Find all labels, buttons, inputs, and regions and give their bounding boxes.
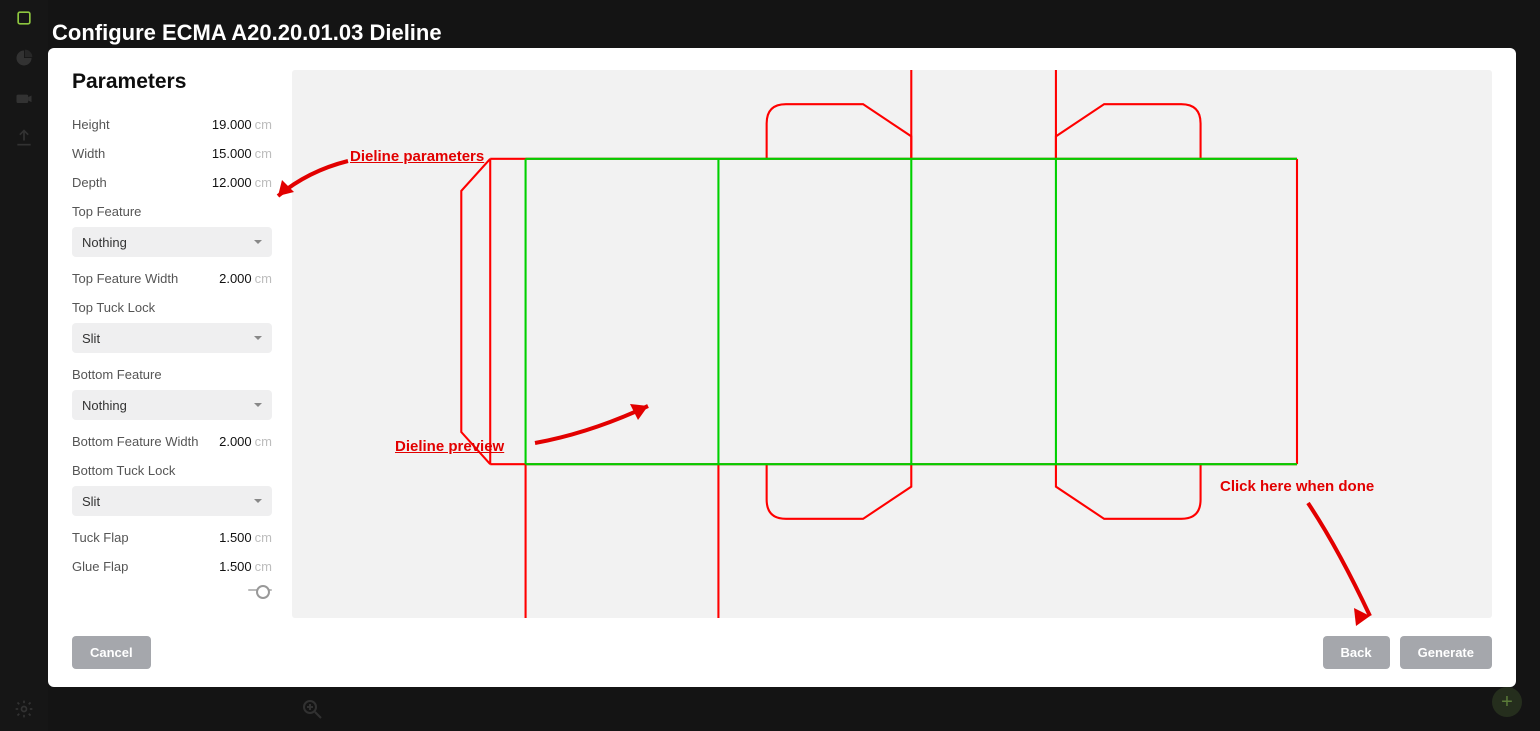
param-glue-flap[interactable]: Glue Flap 1.500cm (72, 552, 272, 581)
zoom-icon[interactable] (300, 697, 324, 721)
chevron-down-icon (254, 336, 262, 340)
slider-icon (248, 587, 272, 593)
parameters-panel: Parameters Height 19.000cm Width 15.000c… (72, 70, 272, 618)
select-top-tuck-lock[interactable]: Slit (72, 323, 272, 353)
param-depth[interactable]: Depth 12.000cm (72, 168, 272, 197)
param-bottom-feature: Bottom Feature Nothing (72, 360, 272, 427)
dieline-svg (442, 70, 1342, 618)
dieline-preview (292, 70, 1492, 618)
param-bottom-tuck-lock: Bottom Tuck Lock Slit (72, 456, 272, 523)
param-width[interactable]: Width 15.000cm (72, 139, 272, 168)
param-tuck-flap[interactable]: Tuck Flap 1.500cm (72, 523, 272, 552)
select-bottom-feature[interactable]: Nothing (72, 390, 272, 420)
add-fab[interactable]: + (1492, 687, 1522, 717)
app-side-rail (0, 0, 48, 731)
package-icon[interactable] (14, 8, 34, 28)
chevron-down-icon (254, 499, 262, 503)
configure-dialog: Parameters Height 19.000cm Width 15.000c… (48, 48, 1516, 687)
param-top-feature: Top Feature Nothing (72, 197, 272, 264)
param-label: Width (72, 146, 105, 161)
pie-icon[interactable] (14, 48, 34, 68)
chevron-down-icon (254, 240, 262, 244)
gear-icon[interactable] (14, 699, 34, 719)
select-top-feature[interactable]: Nothing (72, 227, 272, 257)
param-label: Depth (72, 175, 107, 190)
parameters-heading: Parameters (72, 70, 272, 94)
param-bottom-feature-width[interactable]: Bottom Feature Width 2.000cm (72, 427, 272, 456)
upload-icon[interactable] (14, 128, 34, 148)
back-button[interactable]: Back (1323, 636, 1390, 669)
select-bottom-tuck-lock[interactable]: Slit (72, 486, 272, 516)
next-section-peek (72, 581, 272, 593)
param-height[interactable]: Height 19.000cm (72, 110, 272, 139)
param-top-feature-width[interactable]: Top Feature Width 2.000cm (72, 264, 272, 293)
chevron-down-icon (254, 403, 262, 407)
cancel-button[interactable]: Cancel (72, 636, 151, 669)
camera-icon[interactable] (14, 88, 34, 108)
generate-button[interactable]: Generate (1400, 636, 1492, 669)
param-top-tuck-lock: Top Tuck Lock Slit (72, 293, 272, 360)
dialog-footer: Cancel Back Generate (48, 628, 1516, 687)
param-label: Height (72, 117, 110, 132)
